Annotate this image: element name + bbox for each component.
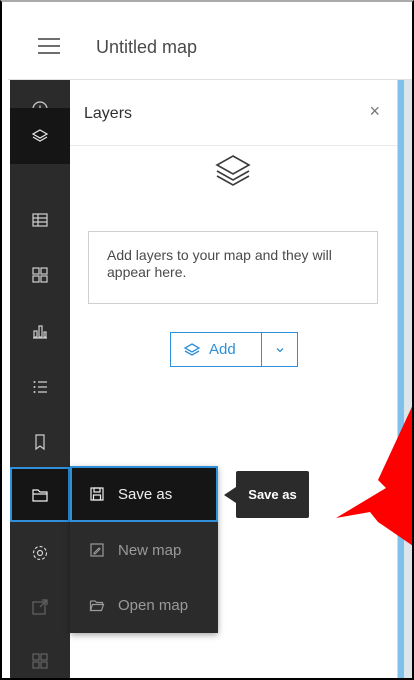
panel-title: Layers xyxy=(84,105,133,122)
save-as-tooltip: Save as xyxy=(236,471,309,518)
new-map-menu-item[interactable]: New map xyxy=(70,522,218,578)
settings-icon xyxy=(32,545,48,560)
annotation-arrow-icon xyxy=(336,402,414,547)
close-icon[interactable]: × xyxy=(369,102,380,120)
layers-tool-button[interactable] xyxy=(10,108,70,164)
table-icon xyxy=(32,212,48,227)
apps-tool-button[interactable] xyxy=(10,632,70,680)
charts-tool-button[interactable] xyxy=(10,302,70,359)
save-icon xyxy=(90,487,104,501)
bookmark-icon xyxy=(35,433,45,450)
open-map-menu-item[interactable]: Open map xyxy=(70,577,218,633)
chevron-down-icon xyxy=(276,347,283,352)
app-window: Untitled map Layers × Add layers to your… xyxy=(0,0,414,680)
map-view[interactable] xyxy=(398,80,414,680)
save-menu: Save as New map Open map xyxy=(70,466,218,633)
add-layer-button-group: Add xyxy=(170,332,298,367)
chart-icon xyxy=(33,324,47,339)
save-as-menu-item[interactable]: Save as xyxy=(70,466,218,522)
empty-layers-message: Add layers to your map and they will app… xyxy=(88,231,378,304)
menu-item-label: Open map xyxy=(118,596,189,614)
share-icon xyxy=(32,598,48,615)
menu-item-label: New map xyxy=(118,541,182,559)
map-water xyxy=(398,80,404,680)
tooltip-arrow xyxy=(224,487,236,503)
bookmarks-tool-button[interactable] xyxy=(10,413,70,470)
open-folder-icon xyxy=(89,600,105,612)
grid-icon xyxy=(32,652,48,669)
list-icon xyxy=(33,380,47,393)
add-layer-label: Add xyxy=(209,341,236,358)
layers-icon xyxy=(31,129,49,142)
layers-icon xyxy=(215,155,251,186)
layers-icon xyxy=(183,342,201,356)
left-toolbar xyxy=(10,80,70,680)
divider xyxy=(70,145,397,146)
legend-tool-button[interactable] xyxy=(10,246,70,303)
save-tool-button[interactable] xyxy=(10,467,70,522)
add-layer-button[interactable]: Add xyxy=(171,333,261,366)
legend-icon xyxy=(32,266,48,283)
header-bar: Untitled map xyxy=(8,14,414,80)
list-tool-button[interactable] xyxy=(10,358,70,415)
menu-item-label: Save as xyxy=(118,485,173,503)
table-tool-button[interactable] xyxy=(10,191,70,248)
hamburger-menu-icon[interactable] xyxy=(38,38,60,54)
map-title: Untitled map xyxy=(96,37,198,57)
add-options-dropdown[interactable] xyxy=(262,333,297,366)
folder-icon xyxy=(32,488,48,502)
share-tool-button[interactable] xyxy=(10,578,70,635)
new-map-icon xyxy=(90,543,104,557)
settings-tool-button[interactable] xyxy=(10,524,70,581)
